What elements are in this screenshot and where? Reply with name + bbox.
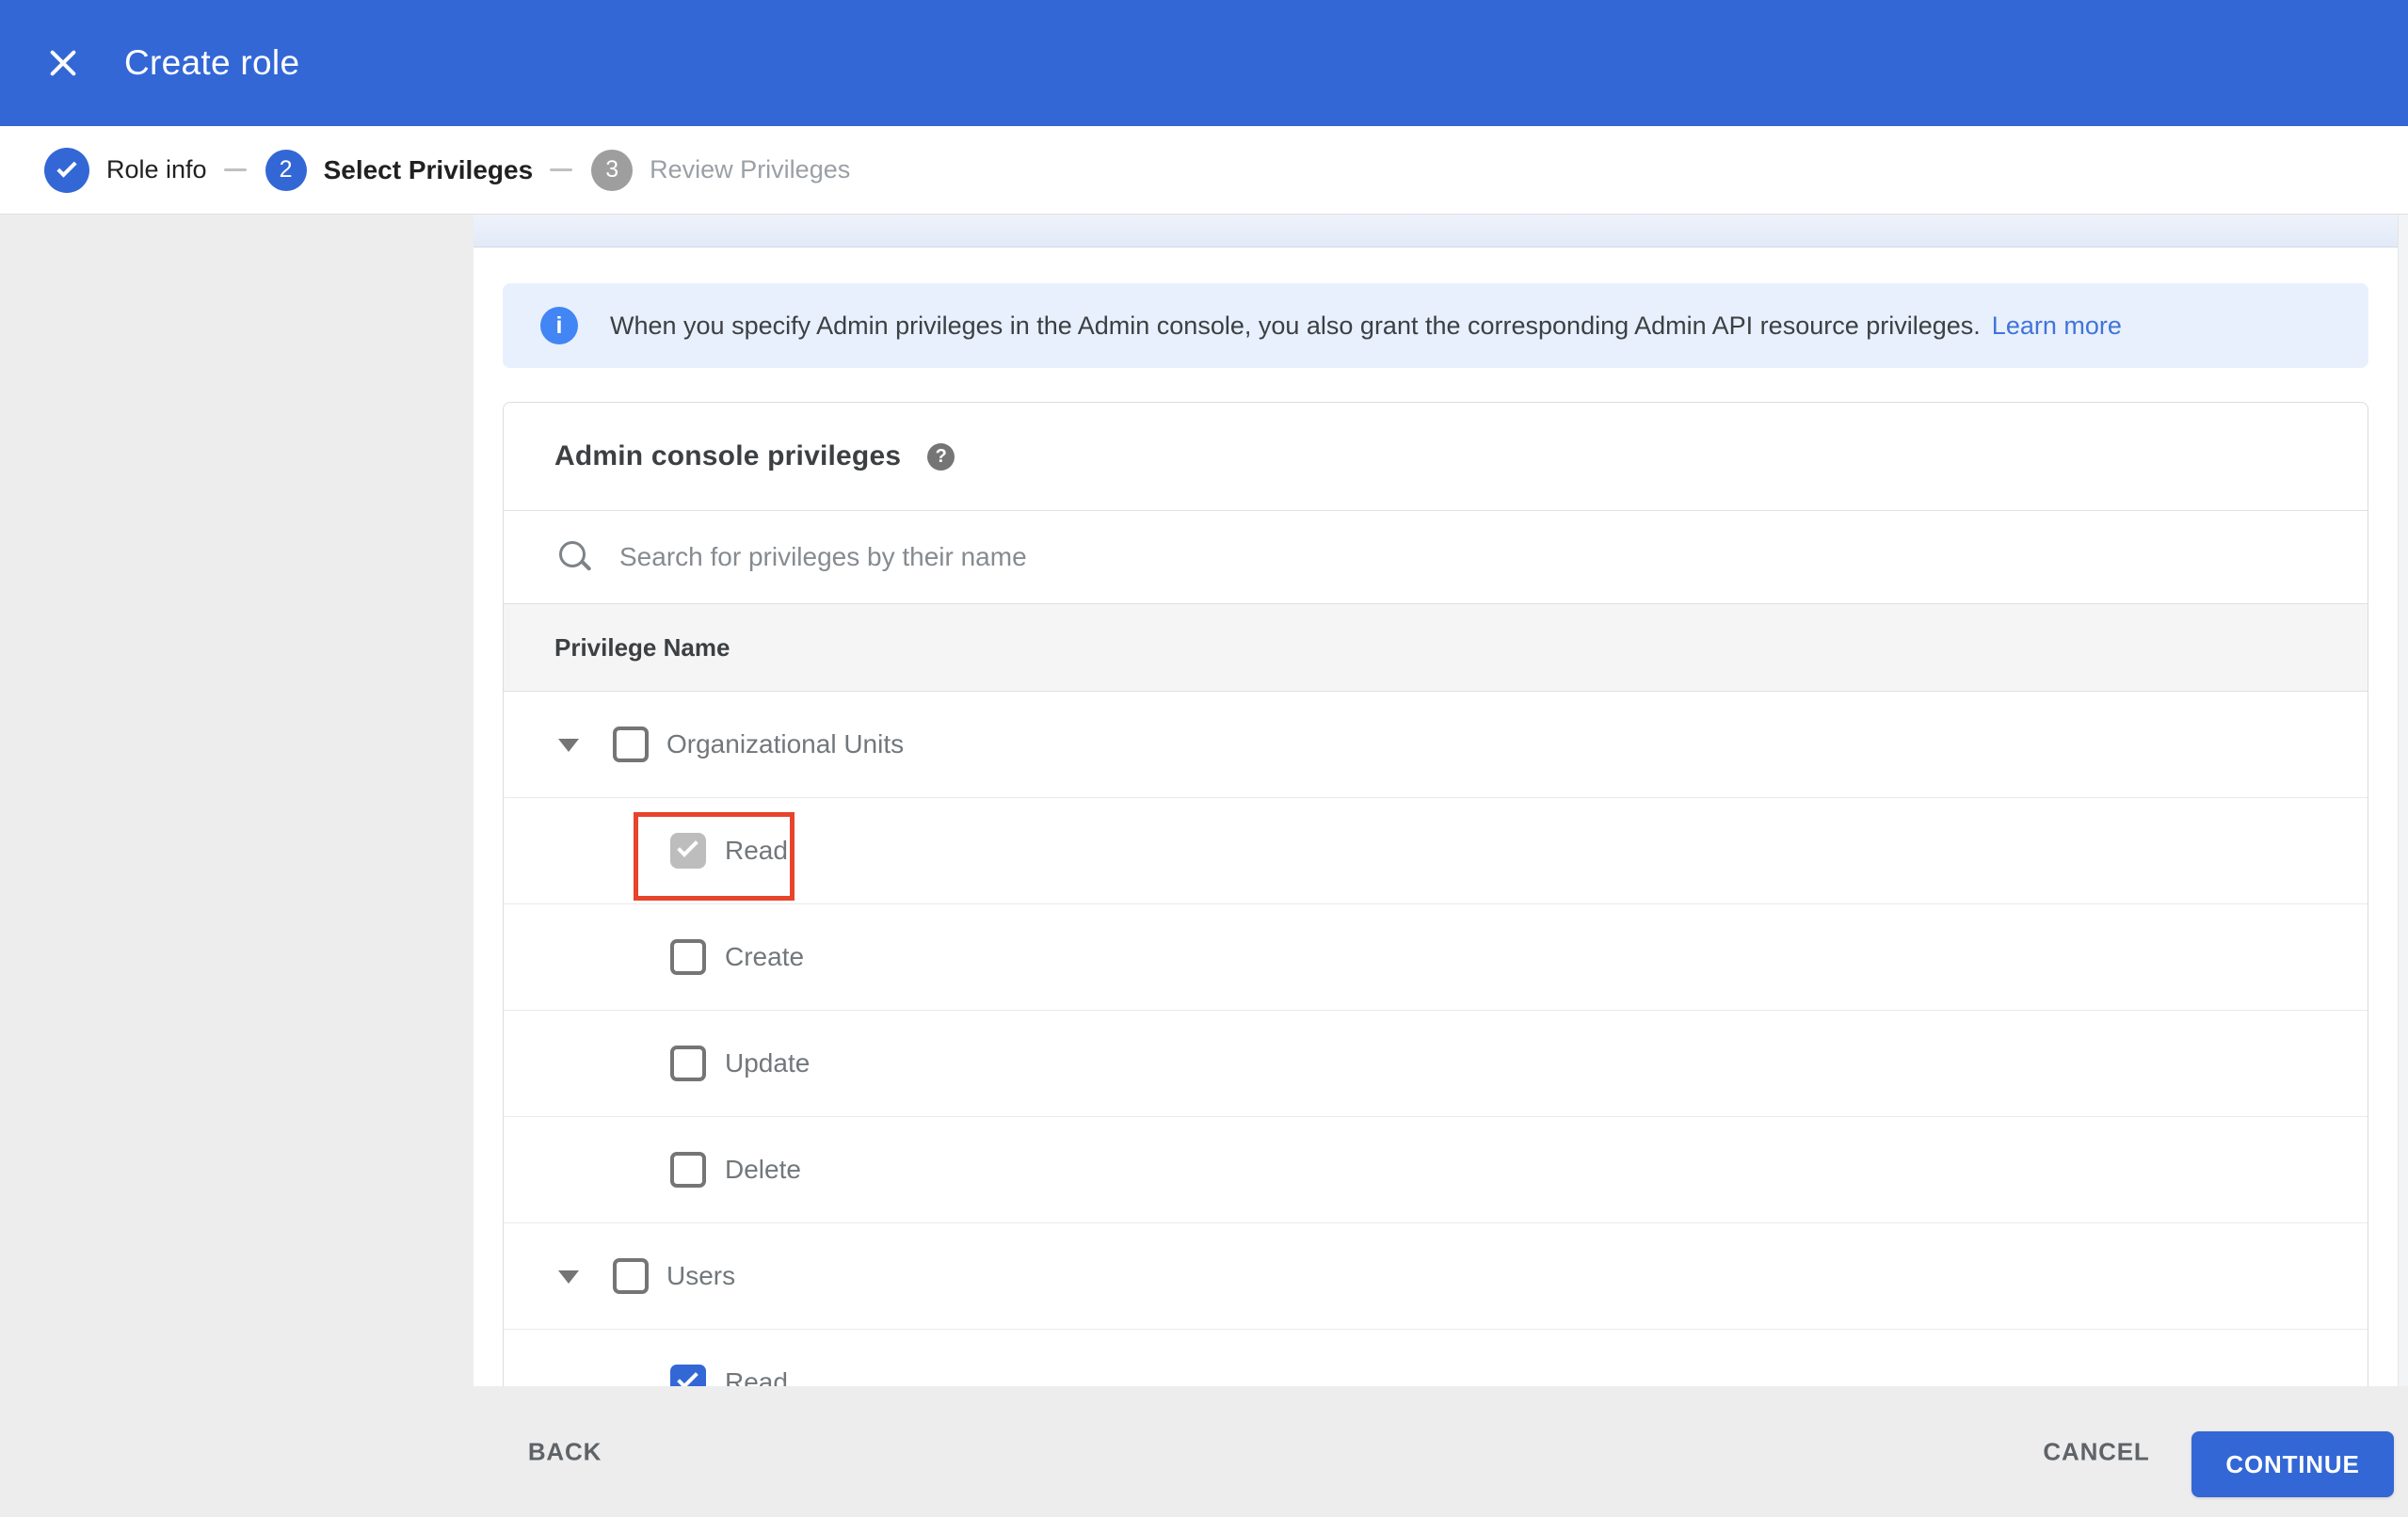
left-sidebar <box>0 215 474 1517</box>
checkbox-ou-create[interactable] <box>670 939 706 975</box>
check-icon <box>56 157 77 178</box>
table-row-users: Users <box>504 1223 2368 1330</box>
checkbox-ou-delete[interactable] <box>670 1152 706 1188</box>
card-title-row: Admin console privileges ? <box>504 403 2368 510</box>
close-icon[interactable] <box>47 47 79 79</box>
main-content: i When you specify Admin privileges in t… <box>474 215 2408 1517</box>
caret-down-icon[interactable] <box>558 1270 579 1284</box>
create-role-dialog: Create role Role info 2 Select Privilege… <box>0 0 2408 1517</box>
help-icon[interactable]: ? <box>927 442 955 471</box>
table-header: Privilege Name <box>504 603 2368 692</box>
table-row-ou-delete: Delete <box>504 1117 2368 1223</box>
card-title: Admin console privileges <box>554 440 902 471</box>
checkbox-ou-read[interactable] <box>670 833 706 869</box>
checkbox-ou-update[interactable] <box>670 1046 706 1081</box>
dialog-title: Create role <box>124 43 300 82</box>
checkbox-organizational-units[interactable] <box>613 727 649 762</box>
app-header: Create role <box>0 0 2408 126</box>
step-connector <box>550 168 573 171</box>
step-1-complete-circle[interactable] <box>44 147 89 193</box>
step-2-number: 2 <box>279 156 293 183</box>
cancel-button[interactable]: CANCEL <box>2043 1437 2149 1466</box>
step-3-label[interactable]: Review Privileges <box>650 155 850 184</box>
step-3-circle[interactable]: 3 <box>591 149 634 191</box>
privilege-label: Organizational Units <box>666 729 905 758</box>
info-banner: i When you specify Admin privileges in t… <box>503 283 2368 368</box>
search-icon <box>559 541 591 573</box>
step-connector <box>223 168 247 171</box>
vertical-scrollbar[interactable] <box>2398 215 2408 1517</box>
step-2-label[interactable]: Select Privileges <box>324 155 534 185</box>
column-header-privilege-name: Privilege Name <box>554 632 730 662</box>
privileges-card: Admin console privileges ? Privilege Nam… <box>503 402 2368 1517</box>
privileges-search-row <box>504 510 2368 603</box>
continue-button[interactable]: CONTINUE <box>2191 1431 2394 1497</box>
banner-text: When you specify Admin privileges in the… <box>610 311 1981 340</box>
table-row-ou-create: Create <box>504 904 2368 1011</box>
dialog-footer: BACK CANCEL CONTINUE <box>0 1386 2408 1517</box>
scrolled-section-edge <box>474 215 2408 248</box>
privilege-label: Update <box>725 1048 811 1078</box>
wizard-stepper: Role info 2 Select Privileges 3 Review P… <box>0 126 2408 215</box>
step-3-number: 3 <box>605 156 619 183</box>
privilege-label: Delete <box>725 1155 801 1184</box>
caret-down-icon[interactable] <box>558 739 579 752</box>
table-row-organizational-units: Organizational Units <box>504 692 2368 798</box>
step-2-circle[interactable]: 2 <box>265 149 307 191</box>
step-1-label[interactable]: Role info <box>106 155 207 184</box>
check-icon <box>677 836 698 857</box>
privilege-label: Users <box>666 1261 736 1290</box>
back-button[interactable]: BACK <box>528 1437 602 1466</box>
privilege-label: Read <box>725 836 788 865</box>
privilege-label: Create <box>725 942 805 971</box>
learn-more-link[interactable]: Learn more <box>1992 311 2122 341</box>
checkbox-users[interactable] <box>613 1258 649 1294</box>
table-row-ou-read: Read <box>504 798 2368 904</box>
info-icon: i <box>540 307 578 344</box>
table-row-ou-update: Update <box>504 1011 2368 1117</box>
search-input[interactable] <box>619 542 2031 572</box>
